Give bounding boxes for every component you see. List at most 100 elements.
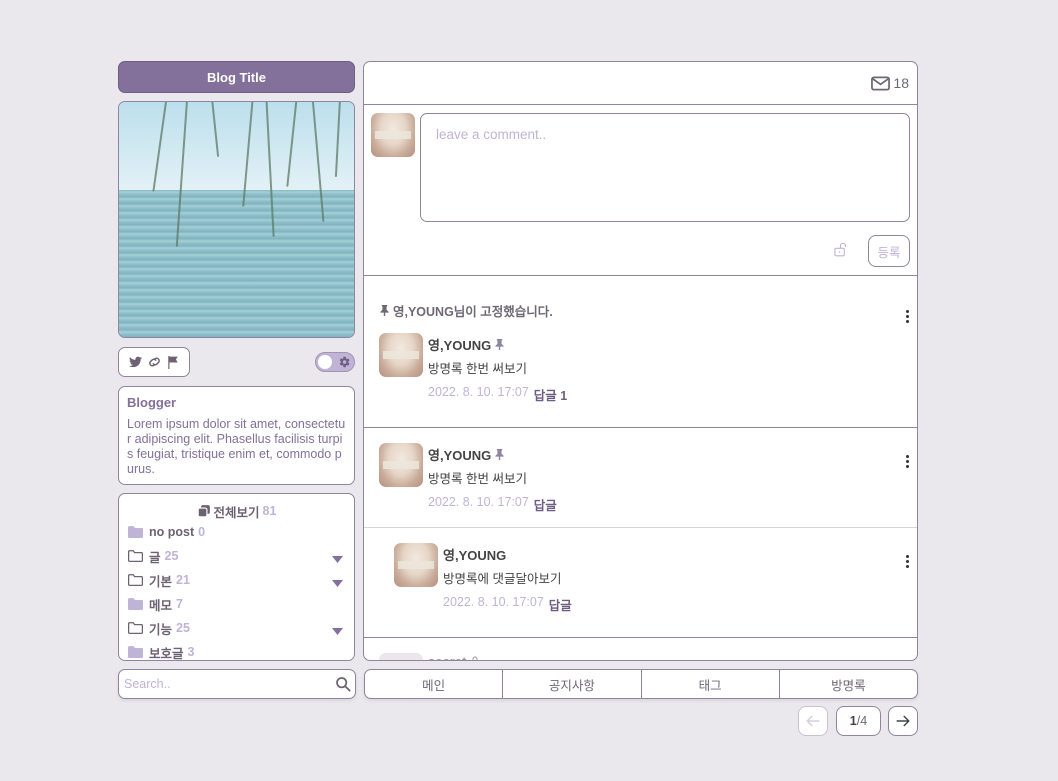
category-list: 전체보기 81 no post 0 글 25 기본 21 메모 7 기능 25 … <box>118 493 355 661</box>
comment-text: 방명록 한번 써보기 <box>428 472 527 486</box>
blogger-name: Blogger <box>127 395 177 410</box>
lock-icon <box>470 656 480 660</box>
more-options-icon[interactable] <box>906 310 909 323</box>
search-box <box>118 669 356 699</box>
comment-author: secret <box>428 654 480 660</box>
arrow-left-icon <box>806 715 820 727</box>
folder-filled-icon <box>128 646 143 658</box>
author-name: 영,YOUNG <box>428 338 492 353</box>
tab-main[interactable]: 메인 <box>365 670 504 698</box>
folder-filled-icon <box>128 598 143 610</box>
category-label: 기능 <box>149 622 173 637</box>
comment-item: 영,YOUNG 방명록 한번 써보기 2022. 8. 10. 17:07 답글… <box>364 428 917 638</box>
social-links <box>118 347 190 377</box>
category-label: 보호글 <box>149 646 184 661</box>
comment-meta: 2022. 8. 10. 17:07 답글 <box>428 495 557 514</box>
category-all[interactable]: 전체보기 81 <box>128 502 345 520</box>
tab-tags[interactable]: 태그 <box>642 670 780 698</box>
mail-icon[interactable] <box>871 75 891 91</box>
caret-down-icon[interactable] <box>332 552 343 566</box>
category-count: 0 <box>198 525 206 539</box>
folder-outline-icon <box>128 550 143 562</box>
profile-card: Blogger Lorem ipsum dolor sit amet, cons… <box>118 386 355 485</box>
comment-input[interactable] <box>420 113 910 222</box>
more-options-icon[interactable] <box>906 555 909 568</box>
search-icon[interactable] <box>335 676 351 692</box>
category-item-geul[interactable]: 글 25 <box>128 544 345 568</box>
category-count: 3 <box>187 645 195 659</box>
link-icon[interactable] <box>147 356 162 368</box>
category-all-label: 전체보기 <box>213 505 260 520</box>
reply-button[interactable]: 답글 1 <box>534 385 567 404</box>
caret-down-icon[interactable] <box>332 576 343 590</box>
blogger-bio: Lorem ipsum dolor sit amet, consectetur … <box>127 417 346 476</box>
submit-button[interactable]: 등록 <box>868 235 910 267</box>
avatar <box>371 113 415 157</box>
category-label: 메모 <box>149 598 173 613</box>
category-item-no-post[interactable]: no post 0 <box>128 520 345 544</box>
avatar <box>379 443 423 487</box>
caret-down-icon[interactable] <box>332 624 343 638</box>
guestbook-panel: 18 등록 영,YOUNG님이 고정했습니다. 영,YOUNG 방명록 한번 써… <box>363 61 918 661</box>
nav-tabs: 메인 공지사항 태그 방명록 <box>364 669 918 699</box>
author-name: secret <box>428 654 466 660</box>
avatar <box>394 543 438 587</box>
category-count: 7 <box>176 597 183 611</box>
theme-toggle[interactable] <box>315 352 355 372</box>
category-count: 25 <box>164 549 179 563</box>
more-options-icon[interactable] <box>906 455 909 468</box>
reply-button[interactable]: 답글 <box>549 595 572 614</box>
category-item-protected[interactable]: 보호글 3 <box>128 640 345 661</box>
author-name: 영,YOUNG <box>428 448 492 463</box>
twitter-icon[interactable] <box>129 356 142 368</box>
comment-compose: 등록 <box>364 105 917 276</box>
tab-guestbook[interactable]: 방명록 <box>780 670 917 698</box>
comment-author: 영,YOUNG <box>428 335 504 354</box>
reply-button[interactable]: 답글 <box>534 495 557 514</box>
avatar <box>379 333 423 377</box>
tab-notice[interactable]: 공지사항 <box>503 670 642 698</box>
author-name: 영,YOUNG <box>443 548 507 563</box>
copy-icon <box>197 504 211 518</box>
category-count: 25 <box>176 621 190 635</box>
category-label: no post <box>149 525 195 539</box>
category-all-count: 81 <box>262 504 277 518</box>
comment-meta: 2022. 8. 10. 17:07 답글 1 <box>428 385 567 404</box>
comment-date: 2022. 8. 10. 17:07 <box>428 495 529 509</box>
prev-page-button[interactable] <box>798 706 828 736</box>
page-indicator: 1/4 <box>836 706 881 736</box>
folder-outline-icon <box>128 574 143 586</box>
pinned-notice-text: 영,YOUNG님이 고정했습니다. <box>393 305 553 319</box>
gear-icon <box>337 355 351 369</box>
total-pages: 4 <box>860 714 868 728</box>
category-item-memo[interactable]: 메모 7 <box>128 592 345 616</box>
comment-author: 영,YOUNG <box>428 445 504 464</box>
folder-filled-icon <box>128 526 143 538</box>
category-label: 기본 <box>149 574 173 589</box>
flag-icon[interactable] <box>167 355 179 369</box>
toggle-knob <box>318 355 332 369</box>
category-count: 21 <box>176 573 190 587</box>
comment-date: 2022. 8. 10. 17:07 <box>443 595 544 609</box>
category-item-feature[interactable]: 기능 25 <box>128 616 345 640</box>
folder-outline-icon <box>128 622 143 634</box>
category-label: 글 <box>149 550 161 565</box>
search-input[interactable] <box>119 670 319 698</box>
pin-icon <box>380 305 389 316</box>
main-header: 18 <box>364 62 917 105</box>
mail-count: 18 <box>893 75 909 91</box>
sidebar: Blog Title Blogger Lorem ipsum dolor sit… <box>118 61 355 661</box>
category-item-basic[interactable]: 기본 21 <box>128 568 345 592</box>
reply-text: 방명록에 댓글달아보기 <box>443 572 562 586</box>
comment-date: 2022. 8. 10. 17:07 <box>428 385 529 399</box>
cover-image <box>118 101 355 338</box>
pin-icon <box>495 449 504 460</box>
arrow-right-icon <box>896 715 910 727</box>
blog-title[interactable]: Blog Title <box>118 61 355 93</box>
avatar <box>379 653 423 660</box>
unlock-icon[interactable] <box>833 242 848 257</box>
reply-author: 영,YOUNG <box>443 545 506 564</box>
comment-text: 방명록 한번 써보기 <box>428 362 527 376</box>
next-page-button[interactable] <box>888 706 918 736</box>
comment-item: secret <box>364 638 917 660</box>
